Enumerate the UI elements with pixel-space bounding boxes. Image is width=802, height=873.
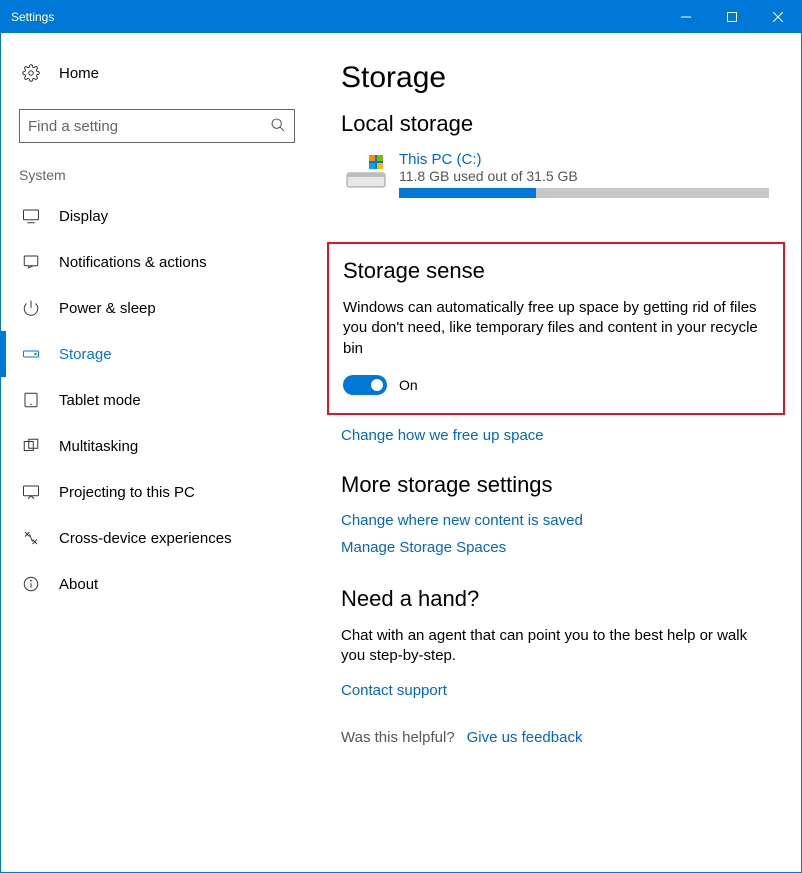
tablet-icon	[21, 391, 41, 409]
feedback-link[interactable]: Give us feedback	[467, 729, 583, 746]
drive-item[interactable]: This PC (C:) 11.8 GB used out of 31.5 GB	[341, 151, 781, 198]
notifications-icon	[21, 253, 41, 271]
sidebar-item-label: Multitasking	[59, 438, 138, 455]
crossdevice-icon	[21, 529, 41, 547]
window-title: Settings	[11, 10, 54, 24]
power-icon	[21, 299, 41, 317]
sidebar-item-label: Storage	[59, 346, 112, 363]
sidebar-item-label: Projecting to this PC	[59, 484, 195, 501]
sidebar-item-label: Notifications & actions	[59, 254, 207, 271]
sidebar-item-about[interactable]: About	[15, 561, 301, 607]
storage-sense-heading: Storage sense	[343, 258, 769, 284]
more-settings-heading: More storage settings	[341, 472, 781, 498]
sidebar-item-crossdevice[interactable]: Cross-device experiences	[15, 515, 301, 561]
sidebar-item-label: Display	[59, 208, 108, 225]
toggle-knob	[371, 379, 383, 391]
drive-name: This PC (C:)	[399, 151, 769, 168]
sidebar-item-label: Tablet mode	[59, 392, 141, 409]
sidebar-item-label: About	[59, 576, 98, 593]
main-content: Storage Local storage This PC (C:) 11.8 …	[311, 33, 801, 872]
projecting-icon	[21, 483, 41, 501]
sidebar-item-display[interactable]: Display	[15, 193, 301, 239]
search-box[interactable]	[19, 109, 295, 143]
sidebar-item-label: Cross-device experiences	[59, 530, 232, 547]
sidebar-item-power[interactable]: Power & sleep	[15, 285, 301, 331]
titlebar: Settings	[1, 1, 801, 33]
change-save-location-link[interactable]: Change where new content is saved	[341, 512, 781, 529]
sidebar-item-tablet[interactable]: Tablet mode	[15, 377, 301, 423]
sidebar-group-label: System	[15, 167, 301, 183]
search-input[interactable]	[28, 118, 270, 135]
close-button[interactable]	[755, 1, 801, 33]
drive-text: This PC (C:) 11.8 GB used out of 31.5 GB	[399, 151, 769, 198]
minimize-button[interactable]	[663, 1, 709, 33]
change-free-space-link[interactable]: Change how we free up space	[341, 427, 781, 444]
drive-icon	[345, 153, 387, 195]
help-heading: Need a hand?	[341, 586, 781, 612]
about-icon	[21, 575, 41, 593]
sidebar-item-storage[interactable]: Storage	[15, 331, 301, 377]
gear-icon	[21, 64, 41, 82]
sidebar-item-projecting[interactable]: Projecting to this PC	[15, 469, 301, 515]
multitasking-icon	[21, 437, 41, 455]
sidebar-item-multitasking[interactable]: Multitasking	[15, 423, 301, 469]
storage-sense-highlight: Storage sense Windows can automatically …	[327, 242, 785, 415]
usage-bar	[399, 188, 769, 198]
toggle-state-label: On	[399, 377, 418, 393]
home-label: Home	[59, 65, 99, 82]
feedback-prompt: Was this helpful?	[341, 729, 455, 746]
storage-icon	[21, 345, 41, 363]
help-description: Chat with an agent that can point you to…	[341, 626, 761, 667]
storage-sense-description: Windows can automatically free up space …	[343, 298, 763, 359]
drive-usage: 11.8 GB used out of 31.5 GB	[399, 168, 769, 184]
contact-support-link[interactable]: Contact support	[341, 682, 781, 699]
sidebar-item-notifications[interactable]: Notifications & actions	[15, 239, 301, 285]
sidebar-item-label: Power & sleep	[59, 300, 156, 317]
search-icon	[270, 117, 286, 136]
home-link[interactable]: Home	[15, 51, 301, 95]
manage-storage-spaces-link[interactable]: Manage Storage Spaces	[341, 539, 781, 556]
sidebar: Home System Display Notifications & acti…	[1, 33, 311, 872]
maximize-button[interactable]	[709, 1, 755, 33]
page-title: Storage	[341, 61, 781, 95]
display-icon	[21, 207, 41, 225]
storage-sense-toggle[interactable]	[343, 375, 387, 395]
usage-bar-fill	[399, 188, 536, 198]
local-storage-heading: Local storage	[341, 111, 781, 137]
